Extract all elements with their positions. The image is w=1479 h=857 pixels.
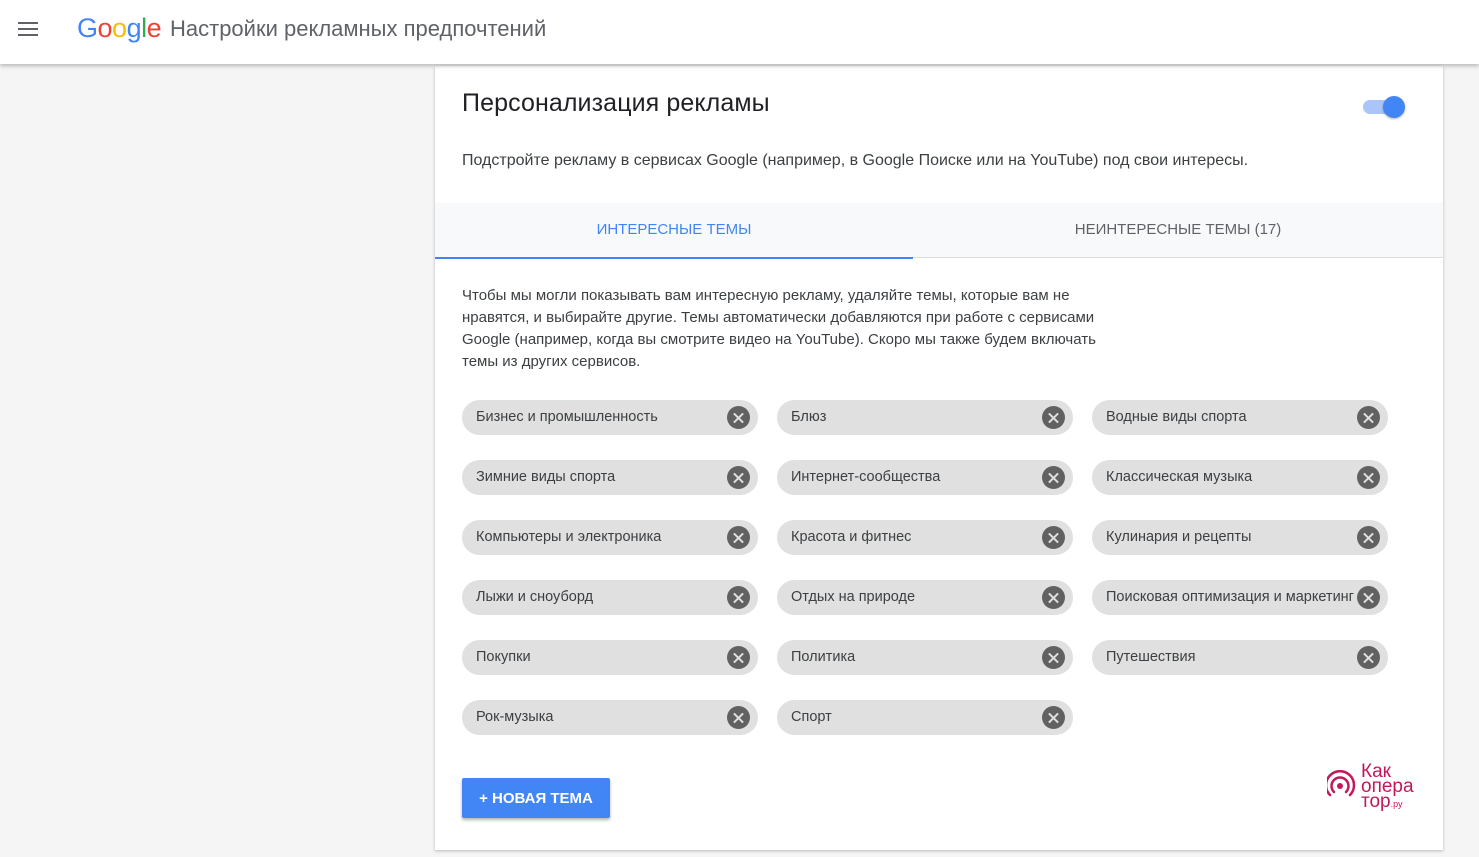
toggle-thumb (1383, 96, 1405, 118)
ad-personalization-card: Персонализация рекламы Подстройте реклам… (435, 66, 1443, 850)
watermark-logo: Как опера тор.ру (1327, 762, 1427, 812)
remove-topic-icon[interactable] (1357, 646, 1380, 669)
app-title: Настройки рекламных предпочтений (170, 16, 547, 41)
topic-chip-label: Интернет-сообщества (791, 469, 941, 485)
remove-topic-icon[interactable] (1042, 466, 1065, 489)
topic-chip-label: Поисковая оптимизация и маркетинг (1106, 589, 1354, 605)
topic-chip-label: Зимние виды спорта (476, 469, 616, 485)
remove-topic-icon[interactable] (727, 706, 750, 729)
remove-topic-icon[interactable] (1042, 706, 1065, 729)
topic-chip-label: Кулинария и рецепты (1106, 529, 1252, 545)
hamburger-menu-icon[interactable] (18, 22, 38, 38)
remove-topic-icon[interactable] (1042, 586, 1065, 609)
remove-topic-icon[interactable] (727, 406, 750, 429)
app-header: Google Настройки рекламных предпочтений (0, 0, 1479, 64)
topic-chip: Интернет-сообщества (777, 460, 1073, 495)
remove-topic-icon[interactable] (1357, 406, 1380, 429)
topic-chip-label: Покупки (476, 649, 531, 665)
topic-chip-label: Путешествия (1106, 649, 1196, 665)
remove-topic-icon[interactable] (1357, 466, 1380, 489)
topic-chip: Классическая музыка (1092, 460, 1388, 495)
topic-chip: Лыжи и сноуборд (462, 580, 758, 615)
topic-chip: Политика (777, 640, 1073, 675)
topic-chip: Спорт (777, 700, 1073, 735)
section-description: Подстройте рекламу в сервисах Google (на… (462, 152, 1249, 169)
remove-topic-icon[interactable] (1042, 406, 1065, 429)
remove-topic-icon[interactable] (1357, 586, 1380, 609)
remove-topic-icon[interactable] (727, 526, 750, 549)
topic-chip-label: Рок-музыка (476, 709, 554, 725)
topic-chip-label: Лыжи и сноуборд (476, 589, 594, 605)
topic-tabs: ИНТЕРЕСНЫЕ ТЕМЫ НЕИНТЕРЕСНЫЕ ТЕМЫ (17) (435, 203, 1443, 259)
topic-chip-label: Блюз (791, 409, 827, 425)
tab-interesting-topics[interactable]: ИНТЕРЕСНЫЕ ТЕМЫ (435, 203, 913, 259)
remove-topic-icon[interactable] (1042, 526, 1065, 549)
topic-chip: Отдых на природе (777, 580, 1073, 615)
personalization-toggle[interactable] (1363, 96, 1405, 118)
remove-topic-icon[interactable] (727, 586, 750, 609)
topics-intro-text: Чтобы мы могли показывать вам интересную… (462, 287, 1096, 370)
topic-chip: Бизнес и промышленность (462, 400, 758, 435)
topic-chip-label: Водные виды спорта (1106, 409, 1247, 425)
topic-chip-label: Политика (791, 649, 856, 665)
remove-topic-icon[interactable] (1042, 646, 1065, 669)
topic-chip: Компьютеры и электроника (462, 520, 758, 555)
section-title: Персонализация рекламы (462, 89, 770, 117)
topic-chip-label: Компьютеры и электроника (476, 529, 662, 545)
topic-chip-label: Классическая музыка (1106, 469, 1253, 485)
topic-chip: Кулинария и рецепты (1092, 520, 1388, 555)
tab-uninteresting-topics[interactable]: НЕИНТЕРЕСНЫЕ ТЕМЫ (17) (913, 203, 1443, 257)
topic-chip-label: Красота и фитнес (791, 529, 912, 545)
topic-chip: Покупки (462, 640, 758, 675)
signal-icon (1327, 770, 1356, 797)
topic-chip: Путешествия (1092, 640, 1388, 675)
topic-chip: Зимние виды спорта (462, 460, 758, 495)
topic-chip-label: Бизнес и промышленность (476, 409, 658, 425)
remove-topic-icon[interactable] (727, 646, 750, 669)
remove-topic-icon[interactable] (1357, 526, 1380, 549)
topic-chip: Поисковая оптимизация и маркетинг (1092, 580, 1388, 615)
topic-chip: Блюз (777, 400, 1073, 435)
remove-topic-icon[interactable] (727, 466, 750, 489)
topic-chip: Красота и фитнес (777, 520, 1073, 555)
topic-chip-label: Отдых на природе (791, 589, 916, 605)
new-topic-button[interactable]: + НОВАЯ ТЕМА (462, 778, 610, 818)
topic-chip: Водные виды спорта (1092, 400, 1388, 435)
topic-chip-label: Спорт (791, 709, 832, 725)
topic-chip: Рок-музыка (462, 700, 758, 735)
google-logo[interactable]: Google (77, 13, 162, 44)
